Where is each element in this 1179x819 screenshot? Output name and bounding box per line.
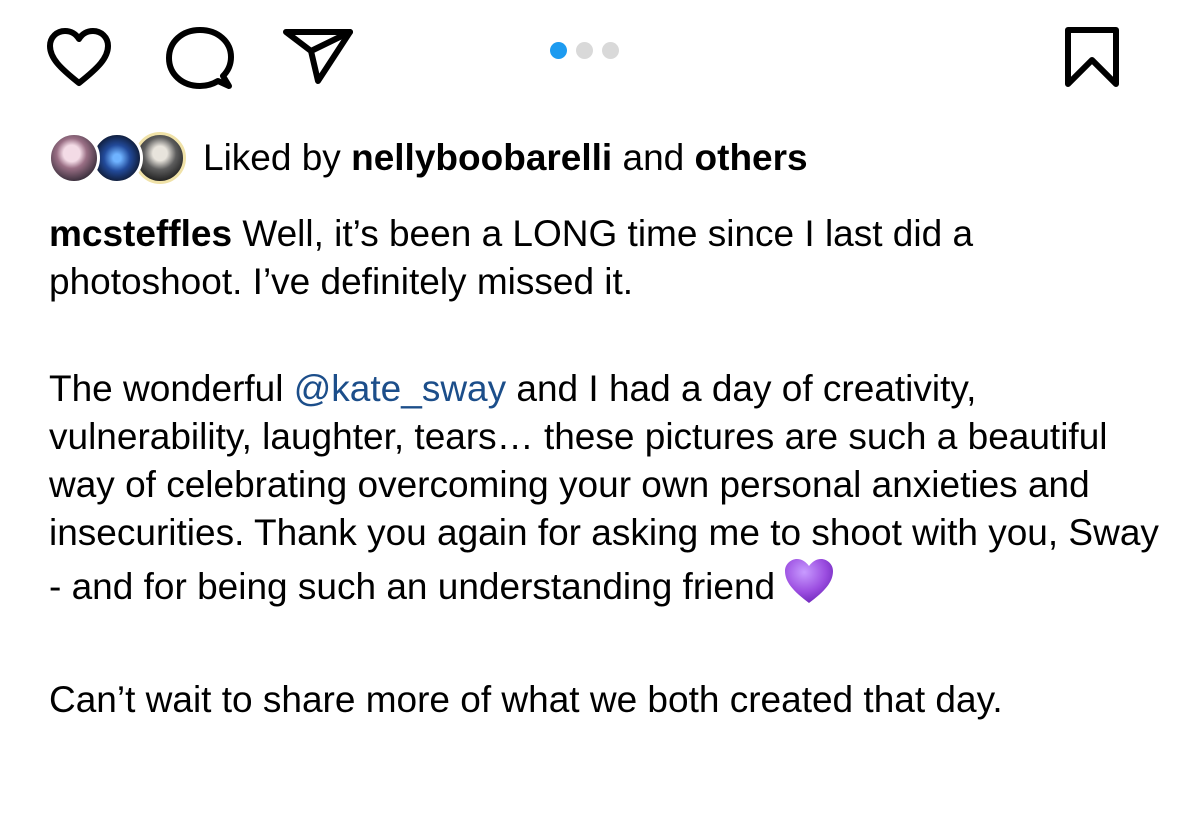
likes-summary[interactable]: Liked by nellyboobarelli and others [48, 130, 808, 186]
likes-text: Liked by nellyboobarelli and others [203, 130, 808, 186]
avatar [48, 132, 100, 184]
post-action-bar [0, 0, 1179, 120]
mention-link[interactable]: @kate_sway [294, 368, 506, 409]
liker-avatars [48, 130, 186, 186]
likes-others-link[interactable]: others [695, 137, 808, 178]
carousel-dot-active [550, 41, 567, 59]
post-caption: mcsteffles Well, it’s been a LONG time s… [49, 210, 1159, 724]
bookmark-icon[interactable] [1064, 26, 1120, 88]
purple-heart-icon [783, 557, 835, 617]
likes-prefix: Liked by [203, 137, 341, 178]
likes-connector: and [622, 137, 685, 178]
liker-username[interactable]: nellyboobarelli [351, 137, 612, 178]
heart-outline-icon[interactable] [46, 28, 112, 88]
comment-bubble-icon[interactable] [165, 26, 235, 92]
caption-paragraph-3: Can’t wait to share more of what we both… [49, 679, 1003, 720]
carousel-dot [576, 41, 593, 59]
carousel-indicator [550, 40, 619, 60]
caption-text-2a: The wonderful [49, 368, 284, 409]
caption-username[interactable]: mcsteffles [49, 213, 232, 254]
paper-plane-icon[interactable] [282, 28, 354, 84]
carousel-dot [602, 41, 619, 59]
caption-paragraph-1: mcsteffles Well, it’s been a LONG time s… [49, 210, 1159, 306]
caption-paragraph-2: The wonderful @kate_sway and I had a day… [49, 365, 1159, 617]
